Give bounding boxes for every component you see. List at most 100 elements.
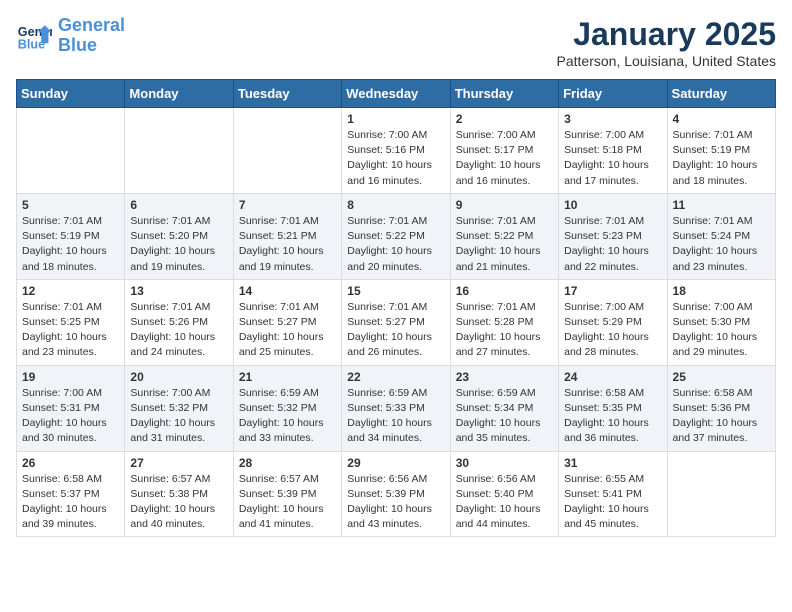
day-number: 29 xyxy=(347,456,444,470)
day-number: 5 xyxy=(22,198,119,212)
week-row-4: 19 Sunrise: 7:00 AMSunset: 5:31 PMDayligh… xyxy=(17,365,776,451)
calendar-cell xyxy=(17,108,125,194)
weekday-header-tuesday: Tuesday xyxy=(233,80,341,108)
day-number: 19 xyxy=(22,370,119,384)
calendar-cell: 20Sunrise: 7:00 AMSunset: 5:32 PMDayligh… xyxy=(125,365,233,451)
calendar-cell: 26Sunrise: 6:58 AMSunset: 5:37 PMDayligh… xyxy=(17,451,125,537)
calendar-cell: 23Sunrise: 6:59 AMSunset: 5:34 PMDayligh… xyxy=(450,365,558,451)
day-info: Sunrise: 7:01 AMSunset: 5:28 PMDaylight:… xyxy=(456,300,553,361)
day-info: Sunrise: 6:58 AMSunset: 5:37 PMDaylight:… xyxy=(22,472,119,533)
month-title: January 2025 xyxy=(557,16,776,53)
day-number: 28 xyxy=(239,456,336,470)
logo: General Blue General Blue xyxy=(16,16,125,56)
day-info: Sunrise: 7:01 AMSunset: 5:22 PMDaylight:… xyxy=(347,214,444,275)
weekday-header-thursday: Thursday xyxy=(450,80,558,108)
calendar-cell: 16 Sunrise: 7:01 AMSunset: 5:28 PMDayligh… xyxy=(450,279,558,365)
calendar-cell: 8 Sunrise: 7:01 AMSunset: 5:22 PMDaylight… xyxy=(342,193,450,279)
day-info: Sunrise: 6:58 AMSunset: 5:36 PMDaylight:… xyxy=(673,386,770,447)
day-number: 27 xyxy=(130,456,227,470)
calendar-cell xyxy=(233,108,341,194)
day-number: 30 xyxy=(456,456,553,470)
calendar-cell: 29 Sunrise: 6:56 AMSunset: 5:39 PMDayligh… xyxy=(342,451,450,537)
day-number: 8 xyxy=(347,198,444,212)
logo-line1: General xyxy=(58,15,125,35)
calendar-cell: 28 Sunrise: 6:57 AMSunset: 5:39 PMDayligh… xyxy=(233,451,341,537)
day-info: Sunrise: 6:56 AMSunset: 5:39 PMDaylight:… xyxy=(347,472,444,533)
location: Patterson, Louisiana, United States xyxy=(557,53,776,69)
weekday-header-saturday: Saturday xyxy=(667,80,775,108)
day-number: 12 xyxy=(22,284,119,298)
calendar-cell: 5 Sunrise: 7:01 AMSunset: 5:19 PMDaylight… xyxy=(17,193,125,279)
day-info: Sunrise: 6:56 AMSunset: 5:40 PMDaylight:… xyxy=(456,472,553,533)
day-info: Sunrise: 6:58 AMSunset: 5:35 PMDaylight:… xyxy=(564,386,661,447)
week-row-1: 1 Sunrise: 7:00 AMSunset: 5:16 PMDaylight… xyxy=(17,108,776,194)
day-info: Sunrise: 7:01 AMSunset: 5:27 PMDaylight:… xyxy=(347,300,444,361)
weekday-header-row: SundayMondayTuesdayWednesdayThursdayFrid… xyxy=(17,80,776,108)
calendar-cell: 17 Sunrise: 7:00 AMSunset: 5:29 PMDayligh… xyxy=(559,279,667,365)
week-row-2: 5 Sunrise: 7:01 AMSunset: 5:19 PMDaylight… xyxy=(17,193,776,279)
calendar-cell: 25 Sunrise: 6:58 AMSunset: 5:36 PMDayligh… xyxy=(667,365,775,451)
calendar-cell: 22 Sunrise: 6:59 AMSunset: 5:33 PMDayligh… xyxy=(342,365,450,451)
day-number: 24 xyxy=(564,370,661,384)
day-info: Sunrise: 7:01 AMSunset: 5:20 PMDaylight:… xyxy=(130,214,227,275)
day-info: Sunrise: 7:01 AMSunset: 5:19 PMDaylight:… xyxy=(22,214,119,275)
calendar-cell: 3 Sunrise: 7:00 AMSunset: 5:18 PMDaylight… xyxy=(559,108,667,194)
calendar-cell: 1 Sunrise: 7:00 AMSunset: 5:16 PMDaylight… xyxy=(342,108,450,194)
weekday-header-friday: Friday xyxy=(559,80,667,108)
day-info: Sunrise: 7:00 AMSunset: 5:30 PMDaylight:… xyxy=(673,300,770,361)
day-info: Sunrise: 7:00 AMSunset: 5:29 PMDaylight:… xyxy=(564,300,661,361)
calendar-cell: 10Sunrise: 7:01 AMSunset: 5:23 PMDayligh… xyxy=(559,193,667,279)
day-number: 17 xyxy=(564,284,661,298)
day-info: Sunrise: 7:01 AMSunset: 5:22 PMDaylight:… xyxy=(456,214,553,275)
day-number: 14 xyxy=(239,284,336,298)
week-row-5: 26Sunrise: 6:58 AMSunset: 5:37 PMDayligh… xyxy=(17,451,776,537)
day-number: 18 xyxy=(673,284,770,298)
day-info: Sunrise: 7:00 AMSunset: 5:16 PMDaylight:… xyxy=(347,128,444,189)
day-number: 22 xyxy=(347,370,444,384)
day-info: Sunrise: 7:01 AMSunset: 5:21 PMDaylight:… xyxy=(239,214,336,275)
day-info: Sunrise: 7:00 AMSunset: 5:31 PMDaylight:… xyxy=(22,386,119,447)
day-info: Sunrise: 6:59 AMSunset: 5:33 PMDaylight:… xyxy=(347,386,444,447)
day-info: Sunrise: 6:59 AMSunset: 5:32 PMDaylight:… xyxy=(239,386,336,447)
weekday-header-sunday: Sunday xyxy=(17,80,125,108)
calendar-cell: 7 Sunrise: 7:01 AMSunset: 5:21 PMDaylight… xyxy=(233,193,341,279)
day-info: Sunrise: 6:57 AMSunset: 5:39 PMDaylight:… xyxy=(239,472,336,533)
day-number: 25 xyxy=(673,370,770,384)
calendar-cell: 2 Sunrise: 7:00 AMSunset: 5:17 PMDaylight… xyxy=(450,108,558,194)
day-info: Sunrise: 6:57 AMSunset: 5:38 PMDaylight:… xyxy=(130,472,227,533)
day-info: Sunrise: 7:00 AMSunset: 5:18 PMDaylight:… xyxy=(564,128,661,189)
weekday-header-monday: Monday xyxy=(125,80,233,108)
day-number: 3 xyxy=(564,112,661,126)
day-info: Sunrise: 7:00 AMSunset: 5:17 PMDaylight:… xyxy=(456,128,553,189)
calendar-cell xyxy=(667,451,775,537)
calendar-cell: 6 Sunrise: 7:01 AMSunset: 5:20 PMDaylight… xyxy=(125,193,233,279)
day-info: Sunrise: 6:59 AMSunset: 5:34 PMDaylight:… xyxy=(456,386,553,447)
day-info: Sunrise: 7:01 AMSunset: 5:26 PMDaylight:… xyxy=(130,300,227,361)
day-number: 2 xyxy=(456,112,553,126)
day-number: 7 xyxy=(239,198,336,212)
week-row-3: 12Sunrise: 7:01 AMSunset: 5:25 PMDayligh… xyxy=(17,279,776,365)
calendar-cell: 11Sunrise: 7:01 AMSunset: 5:24 PMDayligh… xyxy=(667,193,775,279)
day-number: 6 xyxy=(130,198,227,212)
calendar-cell xyxy=(125,108,233,194)
day-info: Sunrise: 7:01 AMSunset: 5:24 PMDaylight:… xyxy=(673,214,770,275)
day-number: 16 xyxy=(456,284,553,298)
day-number: 21 xyxy=(239,370,336,384)
calendar-cell: 12Sunrise: 7:01 AMSunset: 5:25 PMDayligh… xyxy=(17,279,125,365)
weekday-header-wednesday: Wednesday xyxy=(342,80,450,108)
day-number: 13 xyxy=(130,284,227,298)
day-info: Sunrise: 7:01 AMSunset: 5:23 PMDaylight:… xyxy=(564,214,661,275)
logo-text: General Blue xyxy=(58,16,125,56)
day-info: Sunrise: 6:55 AMSunset: 5:41 PMDaylight:… xyxy=(564,472,661,533)
day-number: 31 xyxy=(564,456,661,470)
page-header: General Blue General Blue January 2025 P… xyxy=(16,16,776,69)
calendar-cell: 14Sunrise: 7:01 AMSunset: 5:27 PMDayligh… xyxy=(233,279,341,365)
calendar-cell: 27 Sunrise: 6:57 AMSunset: 5:38 PMDayligh… xyxy=(125,451,233,537)
day-info: Sunrise: 7:00 AMSunset: 5:32 PMDaylight:… xyxy=(130,386,227,447)
title-block: January 2025 Patterson, Louisiana, Unite… xyxy=(557,16,776,69)
day-number: 1 xyxy=(347,112,444,126)
calendar-cell: 4Sunrise: 7:01 AMSunset: 5:19 PMDaylight… xyxy=(667,108,775,194)
calendar-cell: 24 Sunrise: 6:58 AMSunset: 5:35 PMDayligh… xyxy=(559,365,667,451)
svg-text:Blue: Blue xyxy=(18,37,45,51)
calendar-cell: 13 Sunrise: 7:01 AMSunset: 5:26 PMDayligh… xyxy=(125,279,233,365)
